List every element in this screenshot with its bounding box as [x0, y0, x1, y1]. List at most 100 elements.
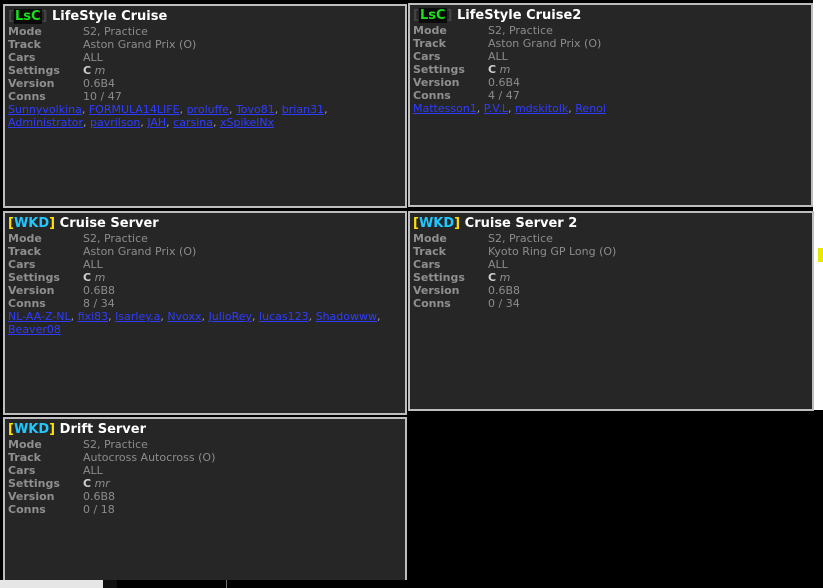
server-title: [WKD] Cruise Server	[8, 216, 402, 232]
server-panel-lifestyle-cruise[interactable]: [LsC] LifeStyle Cruise Mode S2, Practice Tr…	[3, 4, 407, 208]
info-value-track: Aston Grand Prix (O)	[488, 37, 602, 50]
info-label-track: Track	[413, 37, 446, 50]
player-link[interactable]: Sunnyvolkina	[8, 103, 82, 116]
info-value-version: 0.6B8	[83, 284, 116, 297]
info-value-cars: ALL	[488, 258, 508, 271]
settings-extra: m	[94, 271, 106, 284]
info-label-cars: Cars	[8, 464, 36, 477]
player-link[interactable]: pavrilson	[90, 116, 140, 129]
info-label-mode: Mode	[8, 25, 42, 38]
player-list: NL-AA-Z-NL, fixi83, Isarley.a, Nvoxx, Ju…	[8, 310, 402, 336]
tag-bracket-close: ]	[446, 8, 453, 23]
tag-text: LsC	[418, 8, 447, 23]
player-separator: ,	[83, 116, 90, 129]
player-link[interactable]: Nvoxx	[167, 310, 201, 323]
player-link[interactable]: P.V.L	[484, 102, 508, 115]
info-value-mode: S2, Practice	[488, 232, 553, 245]
info-value-cars: ALL	[83, 464, 103, 477]
info-value-conns: 4 / 47	[488, 89, 520, 102]
server-title: [WKD] Cruise Server 2	[413, 216, 809, 232]
player-separator: ,	[476, 102, 484, 115]
info-row-conns: Conns 0 / 18	[8, 503, 402, 516]
player-link[interactable]: FORMULA14LIFE	[89, 103, 180, 116]
player-list: Sunnyvolkina, FORMULA14LIFE, proluffe, T…	[8, 103, 402, 129]
player-link[interactable]: lucas123	[259, 310, 309, 323]
server-title: [WKD] Drift Server	[8, 422, 402, 438]
info-row-mode: Mode S2, Practice	[413, 232, 809, 245]
info-label-conns: Conns	[8, 90, 46, 103]
server-panel-cruise-server[interactable]: [WKD] Cruise Server Mode S2, Practice Track…	[3, 211, 407, 415]
player-link[interactable]: Renoi	[575, 102, 606, 115]
tag-text: WKD	[13, 216, 50, 231]
info-value-cars: ALL	[83, 51, 103, 64]
info-row-cars: Cars ALL	[8, 258, 402, 271]
info-value-track: Kyoto Ring GP Long (O)	[488, 245, 617, 258]
player-link[interactable]: brian31	[282, 103, 324, 116]
scroll-marker	[818, 248, 823, 262]
player-separator: ,	[507, 102, 515, 115]
info-label-version: Version	[8, 490, 55, 503]
info-value-version: 0.6B4	[488, 76, 521, 89]
info-row-settings: Settings C m	[413, 63, 808, 76]
player-link[interactable]: Administrator	[8, 116, 83, 129]
player-link[interactable]: proluffe	[187, 103, 229, 116]
info-value-cars: ALL	[83, 258, 103, 271]
player-link[interactable]: Beaver08	[8, 323, 61, 336]
tag-text: LsC	[13, 9, 42, 24]
player-link[interactable]: NL-AA-Z-NL	[8, 310, 71, 323]
tag-bracket-close: ]	[49, 422, 56, 437]
info-label-cars: Cars	[413, 258, 441, 271]
info-row-track: Track Aston Grand Prix (O)	[8, 245, 402, 258]
info-value-version: 0.6B8	[488, 284, 521, 297]
player-link[interactable]: xSpikelNx	[220, 116, 274, 129]
player-separator: ,	[212, 116, 220, 129]
info-row-mode: Mode S2, Practice	[8, 232, 402, 245]
settings-flag: C	[83, 477, 92, 490]
bottom-scrollbar-tick	[226, 580, 227, 588]
info-row-cars: Cars ALL	[8, 51, 402, 64]
info-label-mode: Mode	[8, 232, 42, 245]
server-name: Drift Server	[59, 422, 147, 437]
player-link[interactable]: JAH	[147, 116, 166, 129]
info-label-cars: Cars	[8, 258, 36, 271]
info-row-cars: Cars ALL	[413, 50, 808, 63]
settings-extra: m	[499, 63, 511, 76]
bottom-scrollbar-track[interactable]	[117, 580, 407, 588]
settings-extra: m	[499, 271, 511, 284]
player-link[interactable]: Shadowww	[316, 310, 377, 323]
bottom-scrollbar-thumb[interactable]	[0, 580, 103, 588]
server-panel-lifestyle-cruise2[interactable]: [LsC] LifeStyle Cruise2 Mode S2, Practice T…	[408, 3, 813, 207]
info-row-cars: Cars ALL	[413, 258, 809, 271]
server-title: [LsC] LifeStyle Cruise	[8, 9, 402, 25]
player-link[interactable]: Isarley.a	[115, 310, 160, 323]
server-tag: [WKD]	[8, 422, 55, 437]
info-value-settings: C m	[488, 271, 510, 284]
info-value-version: 0.6B4	[83, 77, 116, 90]
info-label-mode: Mode	[413, 24, 447, 37]
info-row-version: Version 0.6B4	[413, 76, 808, 89]
info-value-mode: S2, Practice	[83, 25, 148, 38]
player-link[interactable]: Tovo81	[236, 103, 275, 116]
server-title: [LsC] LifeStyle Cruise2	[413, 8, 808, 24]
tag-bracket-close: ]	[41, 9, 48, 24]
player-link[interactable]: fixi83	[78, 310, 109, 323]
player-link[interactable]: mdskitolk	[515, 102, 568, 115]
server-panel-drift-server[interactable]: [WKD] Drift Server Mode S2, Practice Track A…	[3, 417, 407, 588]
info-row-version: Version 0.6B4	[8, 77, 402, 90]
info-label-conns: Conns	[413, 89, 451, 102]
info-value-mode: S2, Practice	[488, 24, 553, 37]
server-tag: [WKD]	[8, 216, 55, 231]
player-link[interactable]: JulioRey	[209, 310, 252, 323]
server-name: Cruise Server	[59, 216, 159, 231]
player-link[interactable]: Mattesson1	[413, 102, 477, 115]
server-tag: [LsC]	[8, 9, 47, 24]
tag-bracket-close: ]	[454, 216, 461, 231]
tag-text: WKD	[418, 216, 455, 231]
info-row-track: Track Aston Grand Prix (O)	[8, 38, 402, 51]
server-panel-cruise-server-2[interactable]: [WKD] Cruise Server 2 Mode S2, Practice Tra…	[408, 211, 814, 411]
info-row-version: Version 0.6B8	[413, 284, 809, 297]
info-value-track: Aston Grand Prix (O)	[83, 38, 197, 51]
settings-flag: C	[83, 64, 92, 77]
info-label-mode: Mode	[8, 438, 42, 451]
player-link[interactable]: carsina	[173, 116, 213, 129]
